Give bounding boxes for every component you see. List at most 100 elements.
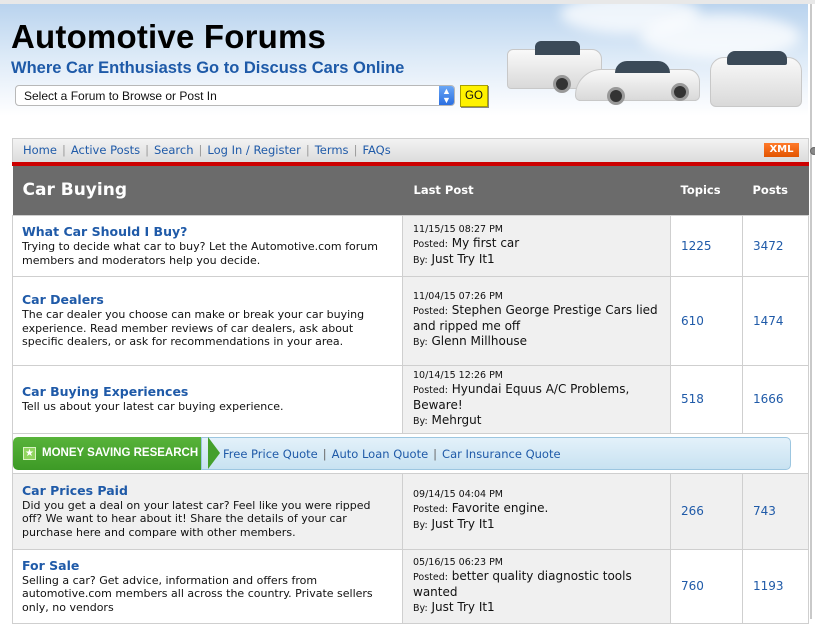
last-post-title[interactable]: My first car <box>452 236 519 250</box>
site-title[interactable]: Automotive Forums <box>11 18 326 56</box>
last-post-date: 09/14/15 04:04 PM <box>413 489 504 500</box>
forum-link[interactable]: What Car Should I Buy? <box>22 224 392 239</box>
nav-separator: | <box>353 143 358 157</box>
by-label: By: <box>413 602 428 614</box>
promo-label-box: ★ MONEY SAVING RESEARCH <box>13 436 208 470</box>
cars-banner-image <box>505 39 805 116</box>
posted-label: Posted: <box>413 504 448 515</box>
sedan-window <box>615 61 670 73</box>
last-post-author[interactable]: Mehrgut <box>431 413 481 427</box>
forum-link[interactable]: Car Prices Paid <box>22 483 392 498</box>
last-post-author[interactable]: Just Try It1 <box>431 517 494 531</box>
free-price-quote-link[interactable]: Free Price Quote <box>223 447 318 461</box>
last-post: 09/14/15 04:04 PM Posted: Favorite engin… <box>402 472 671 550</box>
forum-info: Car Prices Paid Did you get a deal on yo… <box>12 472 403 550</box>
last-post-author[interactable]: Just Try It1 <box>431 252 494 266</box>
by-label: By: <box>413 520 428 531</box>
posted-label: Posted: <box>413 384 448 396</box>
forum-link[interactable]: Car Dealers <box>22 292 392 307</box>
last-post: 05/16/15 06:23 PM Posted: better quality… <box>402 548 671 624</box>
promo-separator: | <box>322 446 327 461</box>
last-post: 11/15/15 08:27 PM Posted: My first car B… <box>402 214 671 277</box>
posts-count: 1193 <box>742 548 809 624</box>
forum-row: Car Prices Paid Did you get a deal on yo… <box>12 472 809 550</box>
promo-links-box: Free Price Quote | Auto Loan Quote | Car Ins… <box>201 436 791 470</box>
last-post-author[interactable]: Just Try It1 <box>431 600 494 614</box>
forum-link[interactable]: For Sale <box>22 558 392 573</box>
last-post-date: 11/15/15 08:27 PM <box>413 223 504 235</box>
nav-active-posts[interactable]: Active Posts <box>71 143 140 157</box>
nav-links: Home | Active Posts | Search | Log In / Regist… <box>23 143 391 157</box>
posts-count: 3472 <box>742 214 809 277</box>
column-header-posts: Posts <box>742 166 809 215</box>
wheel <box>553 75 571 93</box>
forum-description: Trying to decide what car to buy? Let th… <box>22 240 378 267</box>
forum-link[interactable]: Car Buying Experiences <box>22 384 392 399</box>
promo-row: ★ MONEY SAVING RESEARCH Free Price Quote… <box>12 433 809 474</box>
xml-feed-button[interactable]: XML <box>764 143 799 157</box>
forum-row: What Car Should I Buy? Trying to decide … <box>12 214 809 277</box>
forum-select[interactable]: Select a Forum to Browse or Post In ▲ ▼ <box>15 85 455 106</box>
posted-label: Posted: <box>413 238 448 250</box>
sportscar-window <box>727 51 787 65</box>
by-label: By: <box>413 337 428 348</box>
posted-label: Posted: <box>413 571 448 583</box>
posts-count: 1474 <box>742 275 809 366</box>
nav-separator: | <box>61 143 66 157</box>
star-icon: ★ <box>23 446 36 460</box>
truck-window <box>535 41 580 55</box>
last-post-date: 10/14/15 12:26 PM <box>413 369 504 381</box>
money-saving-banner: ★ MONEY SAVING RESEARCH Free Price Quote… <box>13 436 791 470</box>
column-header-last-post: Last Post <box>402 166 671 215</box>
nav-login-register[interactable]: Log In / Register <box>207 143 300 157</box>
posted-label: Posted: <box>413 306 448 317</box>
page-right-border <box>810 4 812 619</box>
section-title: Car Buying <box>12 166 403 215</box>
table-header: Car Buying Last Post Topics Posts <box>12 166 809 215</box>
wheel <box>607 87 625 105</box>
by-label: By: <box>413 415 428 427</box>
promo-title: MONEY SAVING RESEARCH <box>42 446 199 459</box>
nav-separator: | <box>198 143 203 157</box>
forum-info: What Car Should I Buy? Trying to decide … <box>12 214 403 277</box>
nav-terms[interactable]: Terms <box>315 143 349 157</box>
go-button[interactable]: GO <box>460 85 488 107</box>
forum-info: For Sale Selling a car? Get advice, info… <box>12 548 403 624</box>
forum-info: Car Buying Experiences Tell us about you… <box>12 364 403 434</box>
last-post: 11/04/15 07:26 PM Posted: Stephen George… <box>402 275 671 366</box>
forum-description: The car dealer you choose can make or br… <box>22 308 365 349</box>
forum-row: Car Dealers The car dealer you choose ca… <box>12 275 809 366</box>
promo-links: Free Price Quote | Auto Loan Quote | Car Ins… <box>223 447 561 461</box>
topics-count: 760 <box>670 548 743 624</box>
forum-table: Car Buying Last Post Topics Posts What C… <box>12 166 809 624</box>
last-post-title[interactable]: Favorite engine. <box>452 501 549 515</box>
by-label: By: <box>413 254 428 266</box>
forum-row: For Sale Selling a car? Get advice, info… <box>12 548 809 624</box>
nav-home[interactable]: Home <box>23 143 57 157</box>
last-post-date: 11/04/15 07:26 PM <box>413 291 504 302</box>
last-post-title[interactable]: Stephen George Prestige Cars lied and ri… <box>413 303 658 333</box>
site-header: Automotive Forums Where Car Enthusiasts … <box>0 4 808 116</box>
nav-faqs[interactable]: FAQs <box>362 143 390 157</box>
car-insurance-quote-link[interactable]: Car Insurance Quote <box>442 447 561 461</box>
site-tagline: Where Car Enthusiasts Go to Discuss Cars… <box>11 59 405 77</box>
forum-description: Tell us about your latest car buying exp… <box>22 400 284 414</box>
nav-search[interactable]: Search <box>154 143 194 157</box>
nav-separator: | <box>145 143 149 157</box>
topics-count: 610 <box>670 275 743 366</box>
nav-separator: | <box>305 143 310 157</box>
gear-icon[interactable] <box>810 147 815 155</box>
topics-count: 518 <box>670 364 743 434</box>
top-nav: Home | Active Posts | Search | Log In / Regist… <box>12 138 815 162</box>
promo-cell: ★ MONEY SAVING RESEARCH Free Price Quote… <box>12 433 809 474</box>
auto-loan-quote-link[interactable]: Auto Loan Quote <box>332 447 429 461</box>
last-post-date: 05/16/15 06:23 PM <box>413 556 504 568</box>
topics-count: 1225 <box>670 214 743 277</box>
promo-arrow <box>208 436 220 469</box>
last-post-author[interactable]: Glenn Millhouse <box>431 334 527 348</box>
forum-description: Did you get a deal on your latest car? F… <box>22 498 371 539</box>
select-arrows-icon: ▲ ▼ <box>439 86 454 105</box>
posts-count: 1666 <box>742 364 809 434</box>
last-post: 10/14/15 12:26 PM Posted: Hyundai Equus … <box>402 364 671 434</box>
column-header-topics: Topics <box>670 166 743 215</box>
